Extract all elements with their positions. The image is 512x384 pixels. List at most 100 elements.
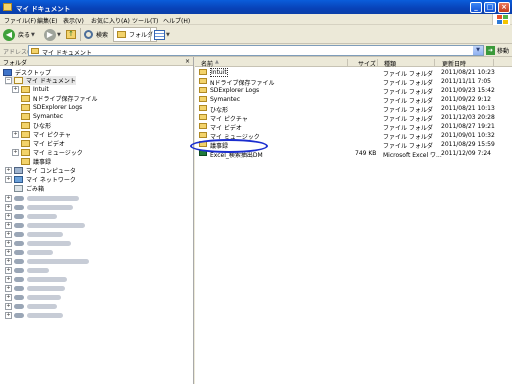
redacted-tree-item[interactable]: + — [5, 311, 63, 320]
redacted-tree-item[interactable]: + — [5, 257, 89, 266]
menu-view[interactable]: 表示(V) — [63, 16, 84, 25]
close-button[interactable]: × — [498, 2, 510, 13]
file-name: マイ ピクチャ — [210, 116, 248, 123]
redacted-tree-item[interactable]: + — [5, 239, 71, 248]
address-field[interactable]: マイ ドキュメント ▼ — [28, 45, 484, 57]
column-header-name[interactable]: 名前 — [201, 59, 213, 68]
tree-item-label: SDExplorer Logs — [33, 104, 83, 111]
go-label: 移動 — [497, 48, 510, 55]
redacted-tree-item[interactable]: + — [5, 293, 61, 302]
menu-favorites[interactable]: お気に入り(A) — [91, 16, 130, 25]
tree-item-recycle-bin[interactable]: ごみ箱 — [14, 184, 44, 193]
tree-item-my-documents[interactable]: − マイ ドキュメント — [5, 76, 76, 85]
folder-icon — [199, 69, 207, 75]
redacted-tree-item[interactable]: + — [5, 275, 67, 284]
file-name: Nドライブ保存ファイル — [210, 80, 275, 87]
menu-edit[interactable]: 編集(E) — [37, 16, 57, 25]
collapse-icon[interactable]: − — [5, 77, 12, 84]
sort-ascending-icon: ▲ — [215, 59, 219, 65]
file-type: ファイル フォルダ — [383, 125, 433, 132]
file-row[interactable]: Nドライブ保存ファイル ファイル フォルダ 2011/11/11 7:05 — [195, 78, 512, 87]
file-row[interactable]: マイ ミュージック ファイル フォルダ 2011/09/01 10:32 — [195, 132, 512, 141]
file-type: ファイル フォルダ — [383, 134, 433, 141]
file-name: SDExplorer Logs — [210, 87, 260, 94]
column-header-modified[interactable]: 更新日時 — [442, 59, 466, 68]
title-bar[interactable]: マイ ドキュメント _ □ × — [0, 0, 512, 14]
file-modified: 2011/09/22 9:12 — [441, 96, 491, 103]
file-list-pane: 名前 ▲ サイズ 種類 更新日時 Intuit ファイル フォルダ 2011/0… — [195, 57, 512, 384]
file-name: Intuit — [210, 68, 228, 77]
file-row[interactable]: ひな形 ファイル フォルダ 2011/08/21 10:13 — [195, 105, 512, 114]
tree-item-my-music[interactable]: + マイ ミュージック — [12, 148, 83, 157]
folder-icon — [199, 105, 207, 111]
file-type: ファイル フォルダ — [383, 116, 433, 123]
chevron-down-icon: ▼ — [166, 31, 170, 38]
redacted-tree-item[interactable]: + — [5, 221, 85, 230]
close-pane-icon[interactable]: × — [185, 58, 190, 65]
expand-icon[interactable]: + — [12, 149, 19, 156]
chevron-down-icon[interactable]: ▼ — [473, 46, 483, 55]
column-header-type[interactable]: 種類 — [384, 59, 396, 68]
file-modified: 2011/08/27 19:21 — [441, 123, 495, 130]
chevron-down-icon: ▼ — [57, 31, 61, 38]
column-header-row: 名前 ▲ サイズ 種類 更新日時 — [195, 57, 512, 68]
file-type: ファイル フォルダ — [383, 80, 433, 87]
menu-tools[interactable]: ツール(T) — [132, 16, 158, 25]
redacted-tree-item[interactable]: + — [5, 230, 63, 239]
search-button[interactable]: 検索 — [84, 27, 108, 42]
music-folder-icon — [21, 149, 30, 156]
go-button[interactable]: ➜ 移動 — [486, 46, 509, 55]
tree-item-n-drive[interactable]: Nドライブ保存ファイル — [21, 94, 98, 103]
tree-item-label: Symantec — [33, 113, 64, 120]
tree-item-my-computer[interactable]: + マイ コンピュータ — [5, 166, 76, 175]
menu-file[interactable]: ファイル(F) — [4, 16, 36, 25]
menu-help[interactable]: ヘルプ(H) — [163, 16, 190, 25]
redacted-tree-item[interactable]: + — [5, 302, 57, 311]
views-button[interactable]: ▼ — [154, 27, 170, 42]
back-button[interactable]: ◀ 戻る ▼ — [3, 27, 35, 42]
redacted-tree-item[interactable]: + — [5, 212, 57, 221]
tree-item-label: Intuit — [33, 86, 49, 93]
folder-icon — [21, 113, 30, 120]
chevron-down-icon: ▼ — [31, 31, 35, 38]
expand-icon[interactable]: + — [12, 131, 19, 138]
tree-item-my-pictures[interactable]: + マイ ピクチャ — [12, 130, 71, 139]
redacted-tree-item[interactable]: + — [5, 203, 73, 212]
tree-item-my-videos[interactable]: マイ ビデオ — [21, 139, 65, 148]
file-row[interactable]: Intuit ファイル フォルダ 2011/08/21 10:23 — [195, 68, 512, 78]
file-row[interactable]: マイ ビデオ ファイル フォルダ 2011/08/27 19:21 — [195, 123, 512, 132]
up-folder-button[interactable]: ↑ — [66, 27, 76, 42]
address-bar: アドレス(D) マイ ドキュメント ▼ ➜ 移動 — [0, 44, 512, 57]
file-modified: 2011/08/21 10:23 — [441, 69, 495, 76]
tree-item-minutes[interactable]: 議事録 — [21, 157, 51, 166]
file-modified: 2011/09/23 15:42 — [441, 87, 495, 94]
tree-item-sdexplorer-logs[interactable]: SDExplorer Logs — [21, 103, 82, 112]
minimize-button[interactable]: _ — [470, 2, 482, 13]
folder-pane-title: フォルダ — [3, 60, 28, 67]
file-modified: 2011/11/11 7:05 — [441, 78, 491, 85]
file-row[interactable]: SDExplorer Logs ファイル フォルダ 2011/09/23 15:… — [195, 87, 512, 96]
file-modified: 2011/08/21 10:13 — [441, 105, 495, 112]
forward-button[interactable]: ▶ ▼ — [44, 27, 61, 42]
file-type: ファイル フォルダ — [383, 143, 433, 150]
tree-item-label: 議事録 — [33, 159, 52, 166]
redacted-tree-item[interactable]: + — [5, 194, 79, 203]
expand-icon[interactable]: + — [12, 86, 19, 93]
tree-item-my-network[interactable]: + マイ ネットワーク — [5, 175, 76, 184]
column-header-size[interactable]: サイズ — [358, 59, 376, 68]
menu-bar: ファイル(F) 編集(E) 表示(V) お気に入り(A) ツール(T) ヘルプ(… — [0, 14, 512, 25]
tree-item-label: マイ ピクチャ — [33, 132, 71, 139]
maximize-button[interactable]: □ — [484, 2, 496, 13]
redacted-tree-item[interactable]: + — [5, 248, 53, 257]
redacted-tree-item[interactable]: + — [5, 284, 65, 293]
tree-item-symantec[interactable]: Symantec — [21, 112, 63, 121]
expand-icon[interactable]: + — [5, 176, 12, 183]
file-modified: 2011/12/03 20:28 — [441, 114, 495, 121]
tree-item-intuit[interactable]: + Intuit — [12, 85, 49, 94]
expand-icon[interactable]: + — [5, 167, 12, 174]
tree-item-label: マイ ドキュメント — [26, 78, 76, 85]
file-row[interactable]: Symantec ファイル フォルダ 2011/09/22 9:12 — [195, 96, 512, 105]
redacted-tree-item[interactable]: + — [5, 266, 49, 275]
tree-item-templates[interactable]: ひな形 — [21, 121, 51, 130]
file-row[interactable]: マイ ピクチャ ファイル フォルダ 2011/12/03 20:28 — [195, 114, 512, 123]
